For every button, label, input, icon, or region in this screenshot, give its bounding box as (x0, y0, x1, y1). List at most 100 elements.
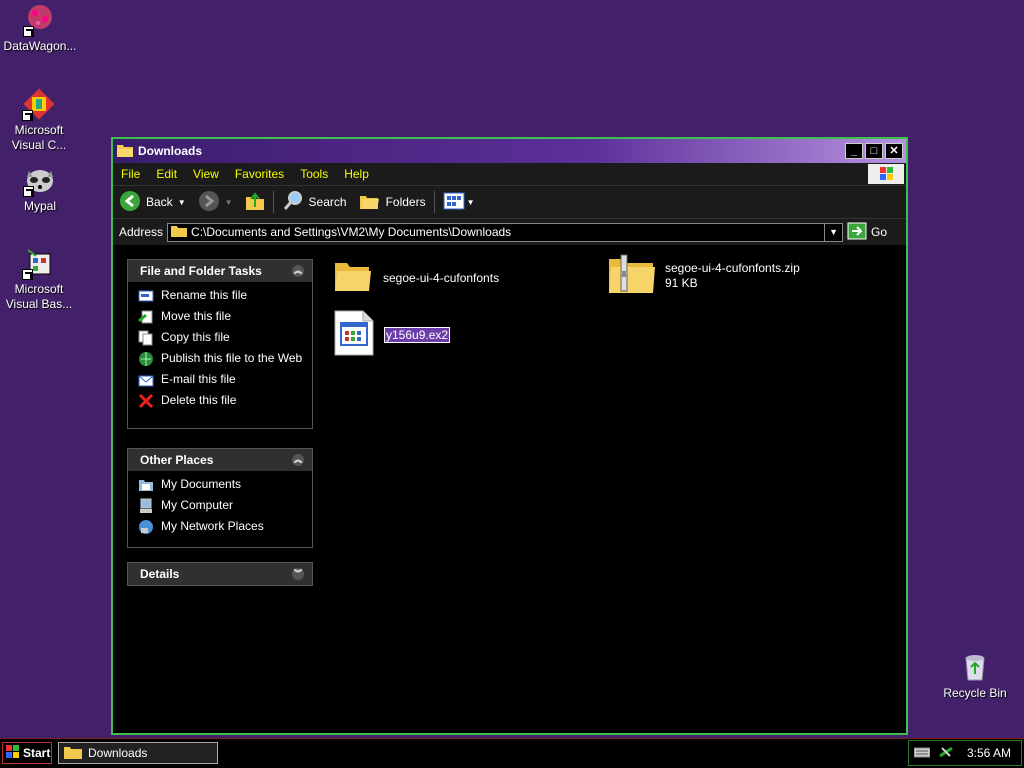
task-move[interactable]: Move this file (138, 309, 312, 325)
address-field[interactable]: C:\Documents and Settings\VM2\My Documen… (167, 222, 844, 242)
place-label: My Network Places (161, 519, 264, 533)
search-button[interactable]: Search (276, 190, 353, 215)
mypal-icon (23, 163, 57, 197)
task-delete[interactable]: Delete this file (138, 393, 312, 409)
task-label: Copy this file (161, 330, 230, 344)
desktop-icon-mypal[interactable]: Mypal (0, 163, 80, 214)
back-dropdown-icon[interactable]: ▼ (178, 198, 186, 207)
details-panel: Details ︾ (127, 562, 313, 586)
my-computer-icon (138, 498, 154, 514)
keyboard-icon[interactable] (913, 746, 931, 761)
menu-tools[interactable]: Tools (292, 167, 336, 181)
file-item-folder[interactable]: segoe-ui-4-cufonfonts (333, 257, 499, 298)
delete-x-icon (138, 393, 154, 409)
forward-button[interactable]: ▼ (192, 190, 239, 215)
file-item-program[interactable]: y156u9.ex2 (333, 309, 451, 360)
desktop-icon-label: DataWagon... (3, 39, 77, 53)
forward-dropdown-icon[interactable]: ▼ (225, 198, 233, 207)
task-publish[interactable]: Publish this file to the Web (138, 351, 312, 367)
maximize-button[interactable]: □ (865, 143, 883, 159)
views-dropdown-icon: ▼ (466, 197, 475, 207)
publish-web-icon (138, 351, 154, 367)
folder-icon (171, 224, 188, 240)
menu-view[interactable]: View (185, 167, 227, 181)
task-label: Publish this file to the Web (161, 351, 303, 365)
desktop-icon-visual-basic[interactable]: Microsoft Visual Bas... (0, 246, 79, 312)
desktop-icon-label: Mypal (23, 199, 56, 213)
menu-help[interactable]: Help (336, 167, 377, 181)
file-size: 91 KB (665, 275, 698, 290)
taskbar-item-downloads[interactable]: Downloads (58, 742, 218, 764)
desktop-icon-label: Recycle Bin (943, 686, 1007, 700)
place-label: My Computer (161, 498, 234, 512)
up-folder-icon (245, 191, 265, 214)
menu-favorites[interactable]: Favorites (227, 167, 292, 181)
close-button[interactable]: ✕ (885, 143, 903, 159)
address-bar: Address C:\Documents and Settings\VM2\My… (113, 219, 906, 246)
zip-folder-icon (607, 253, 655, 298)
start-button[interactable]: Start (2, 742, 52, 764)
desktop-icon-visual-c[interactable]: Microsoft Visual C... (0, 87, 79, 153)
folder-icon (117, 143, 133, 160)
place-my-network[interactable]: My Network Places (138, 519, 312, 535)
rename-icon (138, 288, 154, 304)
toolbar-separator (433, 191, 435, 213)
task-label: Delete this file (161, 393, 237, 407)
shortcut-arrow-icon (22, 269, 33, 280)
place-my-documents[interactable]: My Documents (138, 477, 312, 493)
up-folder-button[interactable] (239, 191, 271, 214)
panel-title: Details (140, 567, 180, 581)
title-bar[interactable]: Downloads _ □ ✕ (113, 139, 906, 163)
task-copy[interactable]: Copy this file (138, 330, 312, 346)
folders-button[interactable]: Folders (353, 191, 432, 214)
panel-title: Other Places (140, 453, 214, 467)
taskbar: Start Downloads 3:56 AM (0, 738, 1024, 768)
address-path: C:\Documents and Settings\VM2\My Documen… (191, 225, 512, 239)
desktop-icon-recycle-bin[interactable]: Recycle Bin (935, 650, 1015, 701)
back-button[interactable]: Back ▼ (113, 190, 192, 215)
search-label: Search (308, 195, 347, 209)
file-folder-tasks-panel: File and Folder Tasks ︽ Rename this file… (127, 259, 313, 429)
explorer-window: Downloads _ □ ✕ File Edit View Favorites… (111, 137, 908, 735)
go-label: Go (871, 225, 888, 239)
network-icon[interactable] (938, 744, 954, 763)
views-button[interactable]: ▼ (437, 192, 481, 213)
views-icon (443, 192, 465, 213)
folder-icon (64, 745, 82, 762)
desktop-icon-datawagon[interactable]: DataWagon... (0, 3, 80, 54)
taskbar-item-label: Downloads (88, 746, 148, 760)
menu-file[interactable]: File (113, 167, 148, 181)
place-my-computer[interactable]: My Computer (138, 498, 312, 514)
expand-chevron-icon[interactable]: ︾ (292, 568, 304, 580)
address-dropdown-icon[interactable]: ▼ (824, 223, 843, 241)
panel-header[interactable]: Other Places ︽ (128, 449, 312, 471)
windows-flag-icon (6, 744, 20, 762)
file-item-zip[interactable]: segoe-ui-4-cufonfonts.zip 91 KB (607, 253, 800, 298)
minimize-button[interactable]: _ (845, 143, 863, 159)
go-button[interactable]: Go (847, 222, 887, 243)
collapse-chevron-icon[interactable]: ︽ (292, 265, 304, 277)
desktop-icon-label: Microsoft Visual C... (11, 123, 67, 152)
collapse-chevron-icon[interactable]: ︽ (292, 454, 304, 466)
move-icon (138, 309, 154, 325)
task-label: Move this file (161, 309, 232, 323)
clock[interactable]: 3:56 AM (967, 746, 1011, 760)
my-documents-icon (138, 477, 154, 493)
menu-edit[interactable]: Edit (148, 167, 185, 181)
task-email[interactable]: E-mail this file (138, 372, 312, 388)
forward-arrow-icon (198, 190, 220, 215)
windows-logo-icon (868, 164, 904, 184)
toolbar-separator (272, 191, 274, 213)
panel-header[interactable]: Details ︾ (128, 563, 312, 585)
menu-bar: File Edit View Favorites Tools Help (113, 163, 906, 186)
rename-textbox[interactable]: y156u9.ex2 (383, 326, 451, 343)
panel-header[interactable]: File and Folder Tasks ︽ (128, 260, 312, 282)
go-arrow-icon (847, 222, 867, 243)
system-tray: 3:56 AM (908, 740, 1022, 766)
task-rename[interactable]: Rename this file (138, 288, 312, 304)
shortcut-arrow-icon (22, 110, 33, 121)
email-icon (138, 372, 154, 388)
folders-label: Folders (385, 195, 426, 209)
visual-basic-icon (22, 246, 56, 280)
my-network-places-icon (138, 519, 154, 535)
